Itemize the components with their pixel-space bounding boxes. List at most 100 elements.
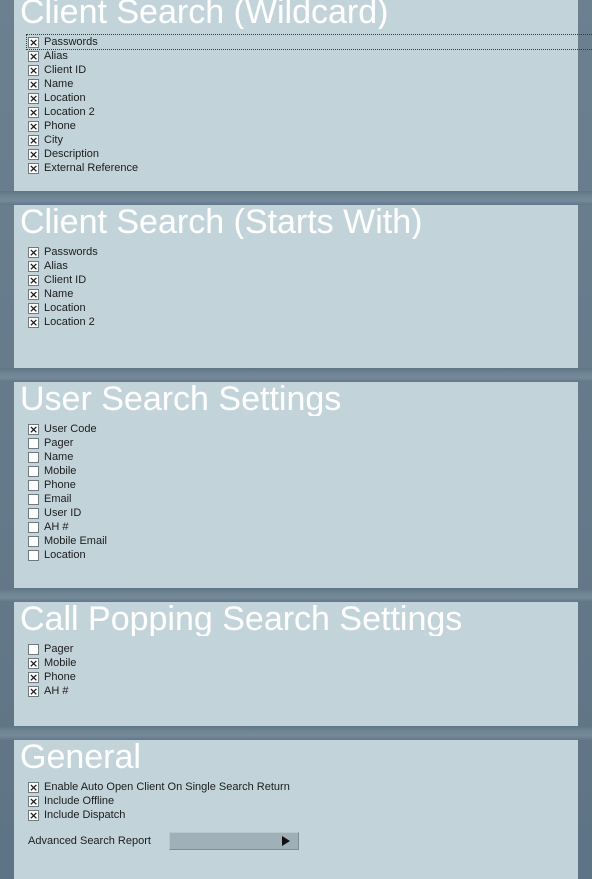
checkbox-unchecked-icon[interactable]	[28, 535, 39, 547]
checkbox-label: Location	[44, 92, 86, 104]
checkbox-row[interactable]: Location	[28, 91, 578, 105]
checkbox-row[interactable]: Email	[28, 492, 578, 506]
checkbox-label: Pager	[44, 437, 74, 449]
checkbox-label: Passwords	[44, 36, 98, 48]
checkbox-row[interactable]: Description	[28, 147, 578, 161]
checkbox-row[interactable]: User Code	[28, 422, 578, 436]
checkbox-row[interactable]: Name	[28, 450, 578, 464]
checkbox-label: Phone	[44, 479, 76, 491]
checkbox-label: Alias	[44, 260, 68, 272]
checkbox-checked-icon[interactable]	[28, 134, 39, 146]
checkbox-checked-icon[interactable]	[28, 92, 39, 104]
checkbox-row[interactable]: Enable Auto Open Client On Single Search…	[28, 780, 578, 794]
section-client-search-wildcard: Client Search (Wildcard) Passwords Alias Cl…	[0, 0, 592, 191]
checkbox-checked-icon[interactable]	[28, 260, 39, 272]
checkbox-label: Description	[44, 148, 100, 160]
checkbox-row[interactable]: Passwords	[28, 245, 578, 259]
checkbox-row[interactable]: Alias	[28, 49, 578, 63]
checkbox-row[interactable]: Pager	[28, 436, 578, 450]
checkbox-row[interactable]: Name	[28, 287, 578, 301]
section-options: Passwords Alias Client ID Name Location Locat…	[14, 29, 592, 183]
checkbox-row[interactable]: Phone	[28, 670, 578, 684]
checkbox-checked-icon[interactable]	[28, 685, 39, 697]
checkbox-label: AH #	[44, 685, 69, 697]
checkbox-unchecked-icon[interactable]	[28, 437, 39, 449]
checkbox-checked-icon[interactable]	[28, 64, 39, 76]
advanced-search-report-dropdown[interactable]	[168, 832, 299, 850]
checkbox-row[interactable]: Mobile	[28, 656, 578, 670]
checkbox-row[interactable]: User ID	[28, 506, 578, 520]
checkbox-label: External Reference	[44, 162, 139, 174]
checkbox-row[interactable]: Location	[28, 301, 578, 315]
checkbox-row[interactable]: Pager	[28, 642, 578, 656]
section-heading: General	[20, 740, 141, 774]
section-heading: Client Search (Starts With)	[20, 205, 423, 239]
section-general: General Enable Auto Open Client On Single…	[0, 740, 592, 879]
checkbox-row[interactable]: AH #	[28, 684, 578, 698]
checkbox-label: Client ID	[44, 64, 87, 76]
checkbox-label: Location 2	[44, 316, 95, 328]
checkbox-row[interactable]: Location	[28, 548, 578, 562]
checkbox-checked-icon[interactable]	[28, 657, 39, 669]
checkbox-row[interactable]: AH #	[28, 520, 578, 534]
checkbox-row[interactable]: External Reference	[28, 161, 578, 175]
checkbox-row[interactable]: Mobile Email	[28, 534, 578, 548]
settings-sections: Client Search (Wildcard)PasswordsAliasCl…	[0, 0, 592, 879]
checkbox-row[interactable]: Client ID	[28, 63, 578, 77]
checkbox-checked-icon[interactable]	[28, 671, 39, 683]
checkbox-row[interactable]: Include Offline	[28, 794, 578, 808]
checkbox-label: Name	[44, 451, 74, 463]
checkbox-checked-icon[interactable]	[28, 36, 39, 48]
checkbox-label: Mobile Email	[44, 535, 107, 547]
checkbox-unchecked-icon[interactable]	[28, 465, 39, 477]
checkbox-checked-icon[interactable]	[28, 423, 39, 435]
checkbox-label: Mobile	[44, 465, 77, 477]
checkbox-checked-icon[interactable]	[28, 809, 39, 821]
checkbox-checked-icon[interactable]	[28, 78, 39, 90]
advanced-search-report-label: Advanced Search Report	[28, 835, 151, 847]
checkbox-row[interactable]: Mobile	[28, 464, 578, 478]
checkbox-row[interactable]: Alias	[28, 259, 578, 273]
checkbox-checked-icon[interactable]	[28, 288, 39, 300]
checkbox-row[interactable]: Phone	[28, 119, 578, 133]
checkbox-row[interactable]: Location 2	[28, 315, 578, 329]
checkbox-checked-icon[interactable]	[28, 316, 39, 328]
section-heading: User Search Settings	[20, 382, 342, 416]
checkbox-unchecked-icon[interactable]	[28, 493, 39, 505]
checkbox-label: City	[44, 134, 63, 146]
checkbox-unchecked-icon[interactable]	[28, 507, 39, 519]
checkbox-checked-icon[interactable]	[28, 302, 39, 314]
checkbox-checked-icon[interactable]	[28, 246, 39, 258]
section-heading: Client Search (Wildcard)	[20, 0, 389, 29]
advanced-search-report-row: Advanced Search Report	[28, 832, 578, 850]
checkbox-checked-icon[interactable]	[28, 274, 39, 286]
checkbox-label: Passwords	[44, 246, 98, 258]
checkbox-unchecked-icon[interactable]	[28, 521, 39, 533]
checkbox-row[interactable]: City	[28, 133, 578, 147]
checkbox-row[interactable]: Passwords	[26, 34, 592, 50]
checkbox-checked-icon[interactable]	[28, 781, 39, 793]
checkbox-checked-icon[interactable]	[28, 106, 39, 118]
checkbox-row[interactable]: Name	[28, 77, 578, 91]
checkbox-unchecked-icon[interactable]	[28, 479, 39, 491]
section-panel: General Enable Auto Open Client On Single…	[14, 740, 578, 879]
checkbox-unchecked-icon[interactable]	[28, 549, 39, 561]
checkbox-label: Include Offline	[44, 795, 115, 807]
checkbox-unchecked-icon[interactable]	[28, 451, 39, 463]
section-call-popping-search-settings: Call Popping Search SettingsPagerMobileP…	[0, 602, 592, 726]
checkbox-row[interactable]: Include Dispatch	[28, 808, 578, 822]
checkbox-checked-icon[interactable]	[28, 50, 39, 62]
checkbox-checked-icon[interactable]	[28, 795, 39, 807]
checkbox-row[interactable]: Location 2	[28, 105, 578, 119]
checkbox-checked-icon[interactable]	[28, 148, 39, 160]
checkbox-checked-icon[interactable]	[28, 162, 39, 174]
checkbox-row[interactable]: Client ID	[28, 273, 578, 287]
checkbox-unchecked-icon[interactable]	[28, 643, 39, 655]
chevron-right-icon[interactable]	[281, 836, 290, 846]
checkbox-row[interactable]: Phone	[28, 478, 578, 492]
section-options: User Code Pager Name Mobile Phone Email User I…	[14, 416, 578, 570]
checkbox-checked-icon[interactable]	[28, 120, 39, 132]
checkbox-label: Location	[44, 549, 86, 561]
section-client-search-starts-with: Client Search (Starts With) Passwords Alia…	[0, 205, 592, 368]
section-panel: Client Search (Starts With) Passwords Alia…	[14, 205, 578, 368]
